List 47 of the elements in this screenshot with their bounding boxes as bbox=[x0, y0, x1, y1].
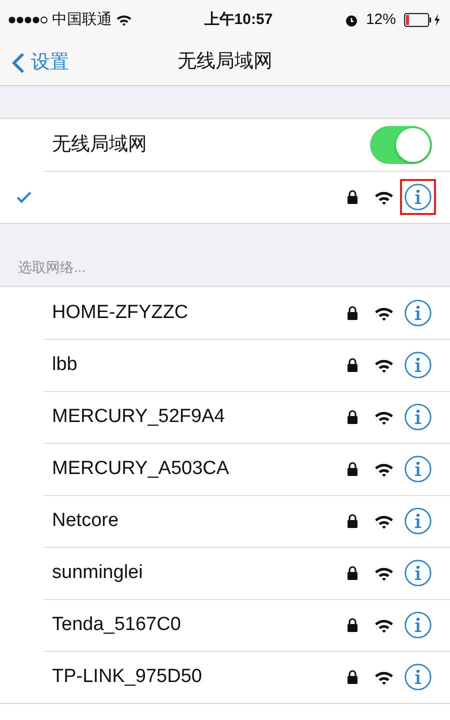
battery-charging-icon bbox=[404, 13, 442, 27]
info-button[interactable] bbox=[404, 351, 432, 379]
network-name: lbb bbox=[52, 352, 78, 377]
network-name: MERCURY_52F9A4 bbox=[52, 404, 226, 429]
signal-icon bbox=[8, 16, 48, 24]
back-chevron-icon bbox=[12, 52, 25, 74]
alarm-icon bbox=[344, 14, 358, 26]
network-name: TP-LINK_975D50 bbox=[52, 664, 203, 689]
section-header: 选取网络... bbox=[17, 258, 87, 277]
lock-icon bbox=[347, 462, 358, 476]
lock-icon bbox=[347, 358, 358, 372]
wifi-icon bbox=[116, 14, 132, 26]
wifi-icon bbox=[374, 670, 394, 684]
network-name: HOME-ZFYZZC bbox=[52, 300, 190, 325]
info-button[interactable] bbox=[404, 507, 432, 535]
lock-icon bbox=[347, 566, 358, 580]
wifi-icon bbox=[374, 514, 394, 528]
info-button[interactable] bbox=[404, 455, 432, 483]
info-button[interactable] bbox=[404, 559, 432, 587]
lock-icon bbox=[347, 670, 358, 684]
network-name: sunminglei bbox=[52, 560, 144, 585]
info-button[interactable] bbox=[404, 403, 432, 431]
clock-time: 上午10:57 bbox=[204, 10, 273, 30]
network-name: Netcore bbox=[52, 508, 120, 533]
back-button[interactable]: 设置 bbox=[8, 40, 73, 86]
info-button[interactable] bbox=[404, 611, 432, 639]
lock-icon bbox=[347, 190, 358, 204]
wifi-icon bbox=[374, 618, 394, 632]
lock-icon bbox=[347, 410, 358, 424]
wifi-icon bbox=[374, 358, 394, 372]
battery-percent: 12% bbox=[366, 10, 396, 30]
wifi-icon bbox=[374, 410, 394, 424]
lock-icon bbox=[347, 306, 358, 320]
network-name: MERCURY_A503CA bbox=[52, 456, 230, 481]
wifi-toggle[interactable] bbox=[370, 126, 432, 164]
info-button[interactable] bbox=[404, 299, 432, 327]
setting-label: 无线局域网 bbox=[52, 132, 148, 157]
lock-icon bbox=[347, 618, 358, 632]
lock-icon bbox=[347, 514, 358, 528]
screen-title: 无线局域网 bbox=[178, 50, 272, 74]
wifi-icon bbox=[374, 190, 394, 204]
wifi-icon bbox=[374, 462, 394, 476]
info-button[interactable] bbox=[404, 663, 432, 691]
wifi-icon bbox=[374, 306, 394, 320]
network-name: Tenda_5167C0 bbox=[52, 612, 182, 637]
wifi-icon bbox=[374, 566, 394, 580]
carrier-name: 中国联通 bbox=[52, 10, 112, 30]
